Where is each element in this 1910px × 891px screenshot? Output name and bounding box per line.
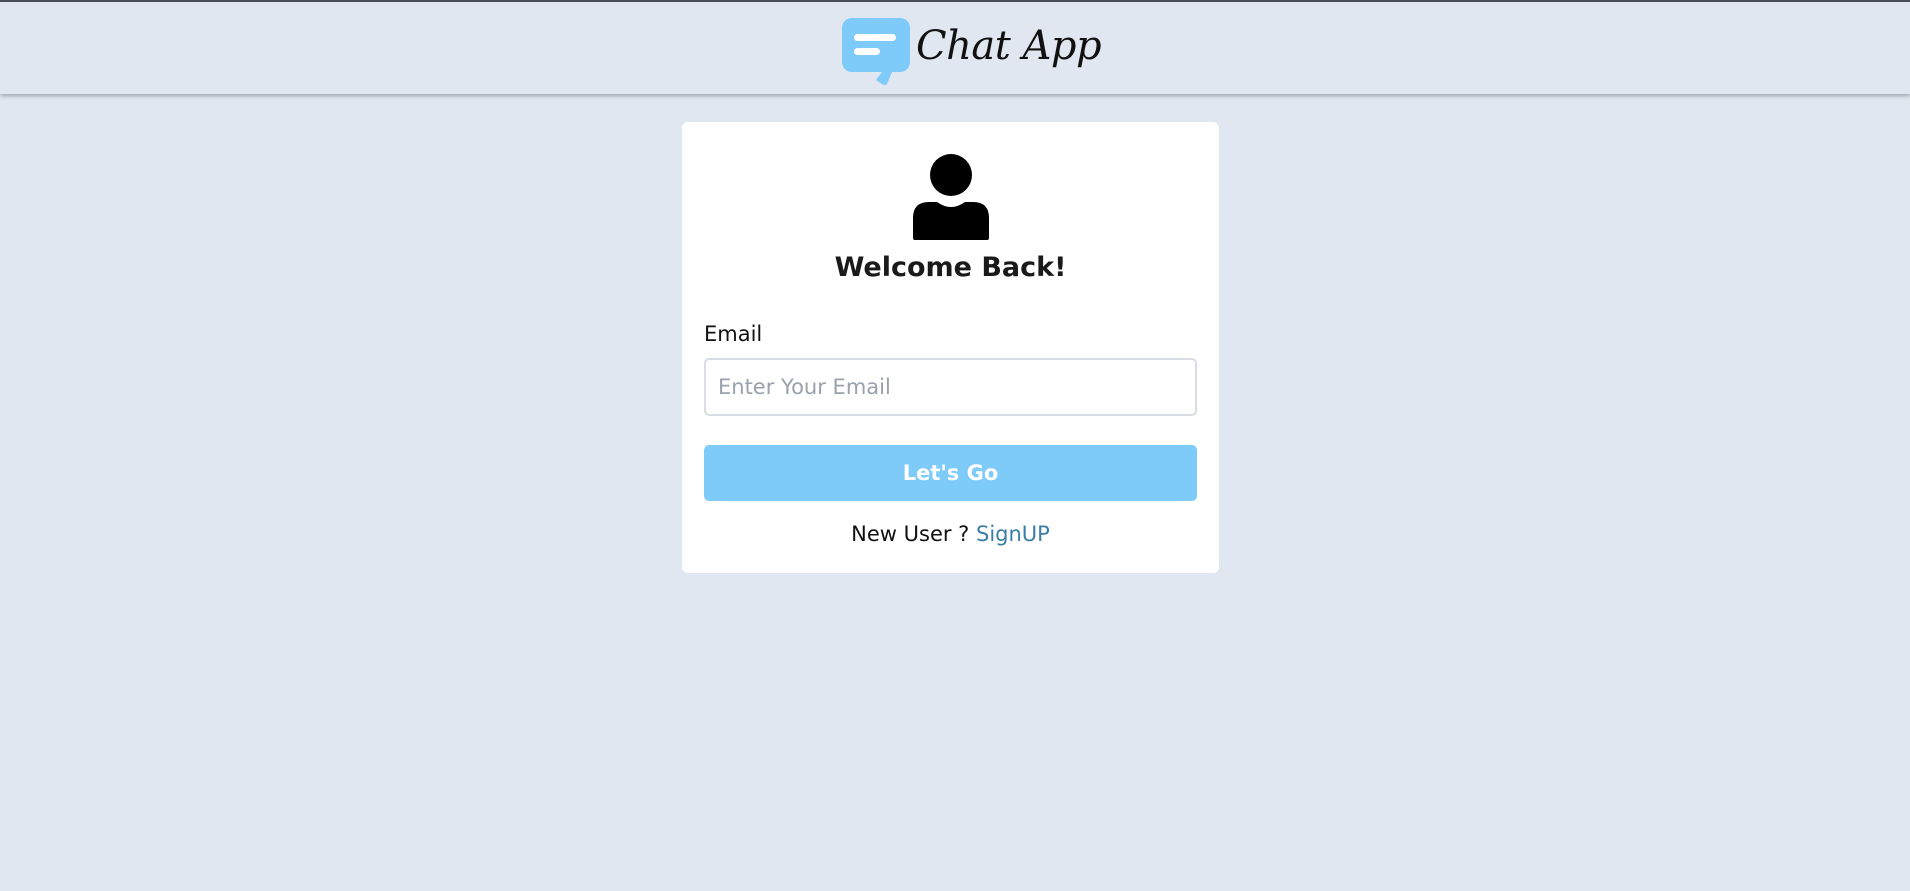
app-header: Chat App	[0, 2, 1910, 94]
lets-go-button[interactable]: Let's Go	[704, 445, 1197, 501]
welcome-heading: Welcome Back!	[834, 252, 1067, 283]
email-field[interactable]	[704, 358, 1197, 416]
user-icon	[913, 154, 989, 240]
app-name: Chat App	[916, 23, 1102, 69]
signup-prompt: New User ? SignUP	[682, 522, 1219, 546]
email-label: Email	[704, 322, 763, 346]
signup-link[interactable]: SignUP	[976, 522, 1050, 546]
brand: Chat App	[842, 18, 1102, 86]
new-user-text: New User ?	[851, 522, 976, 546]
login-card: Welcome Back! Email Let's Go New User ? …	[682, 122, 1219, 573]
chat-bubble-icon	[842, 18, 910, 85]
